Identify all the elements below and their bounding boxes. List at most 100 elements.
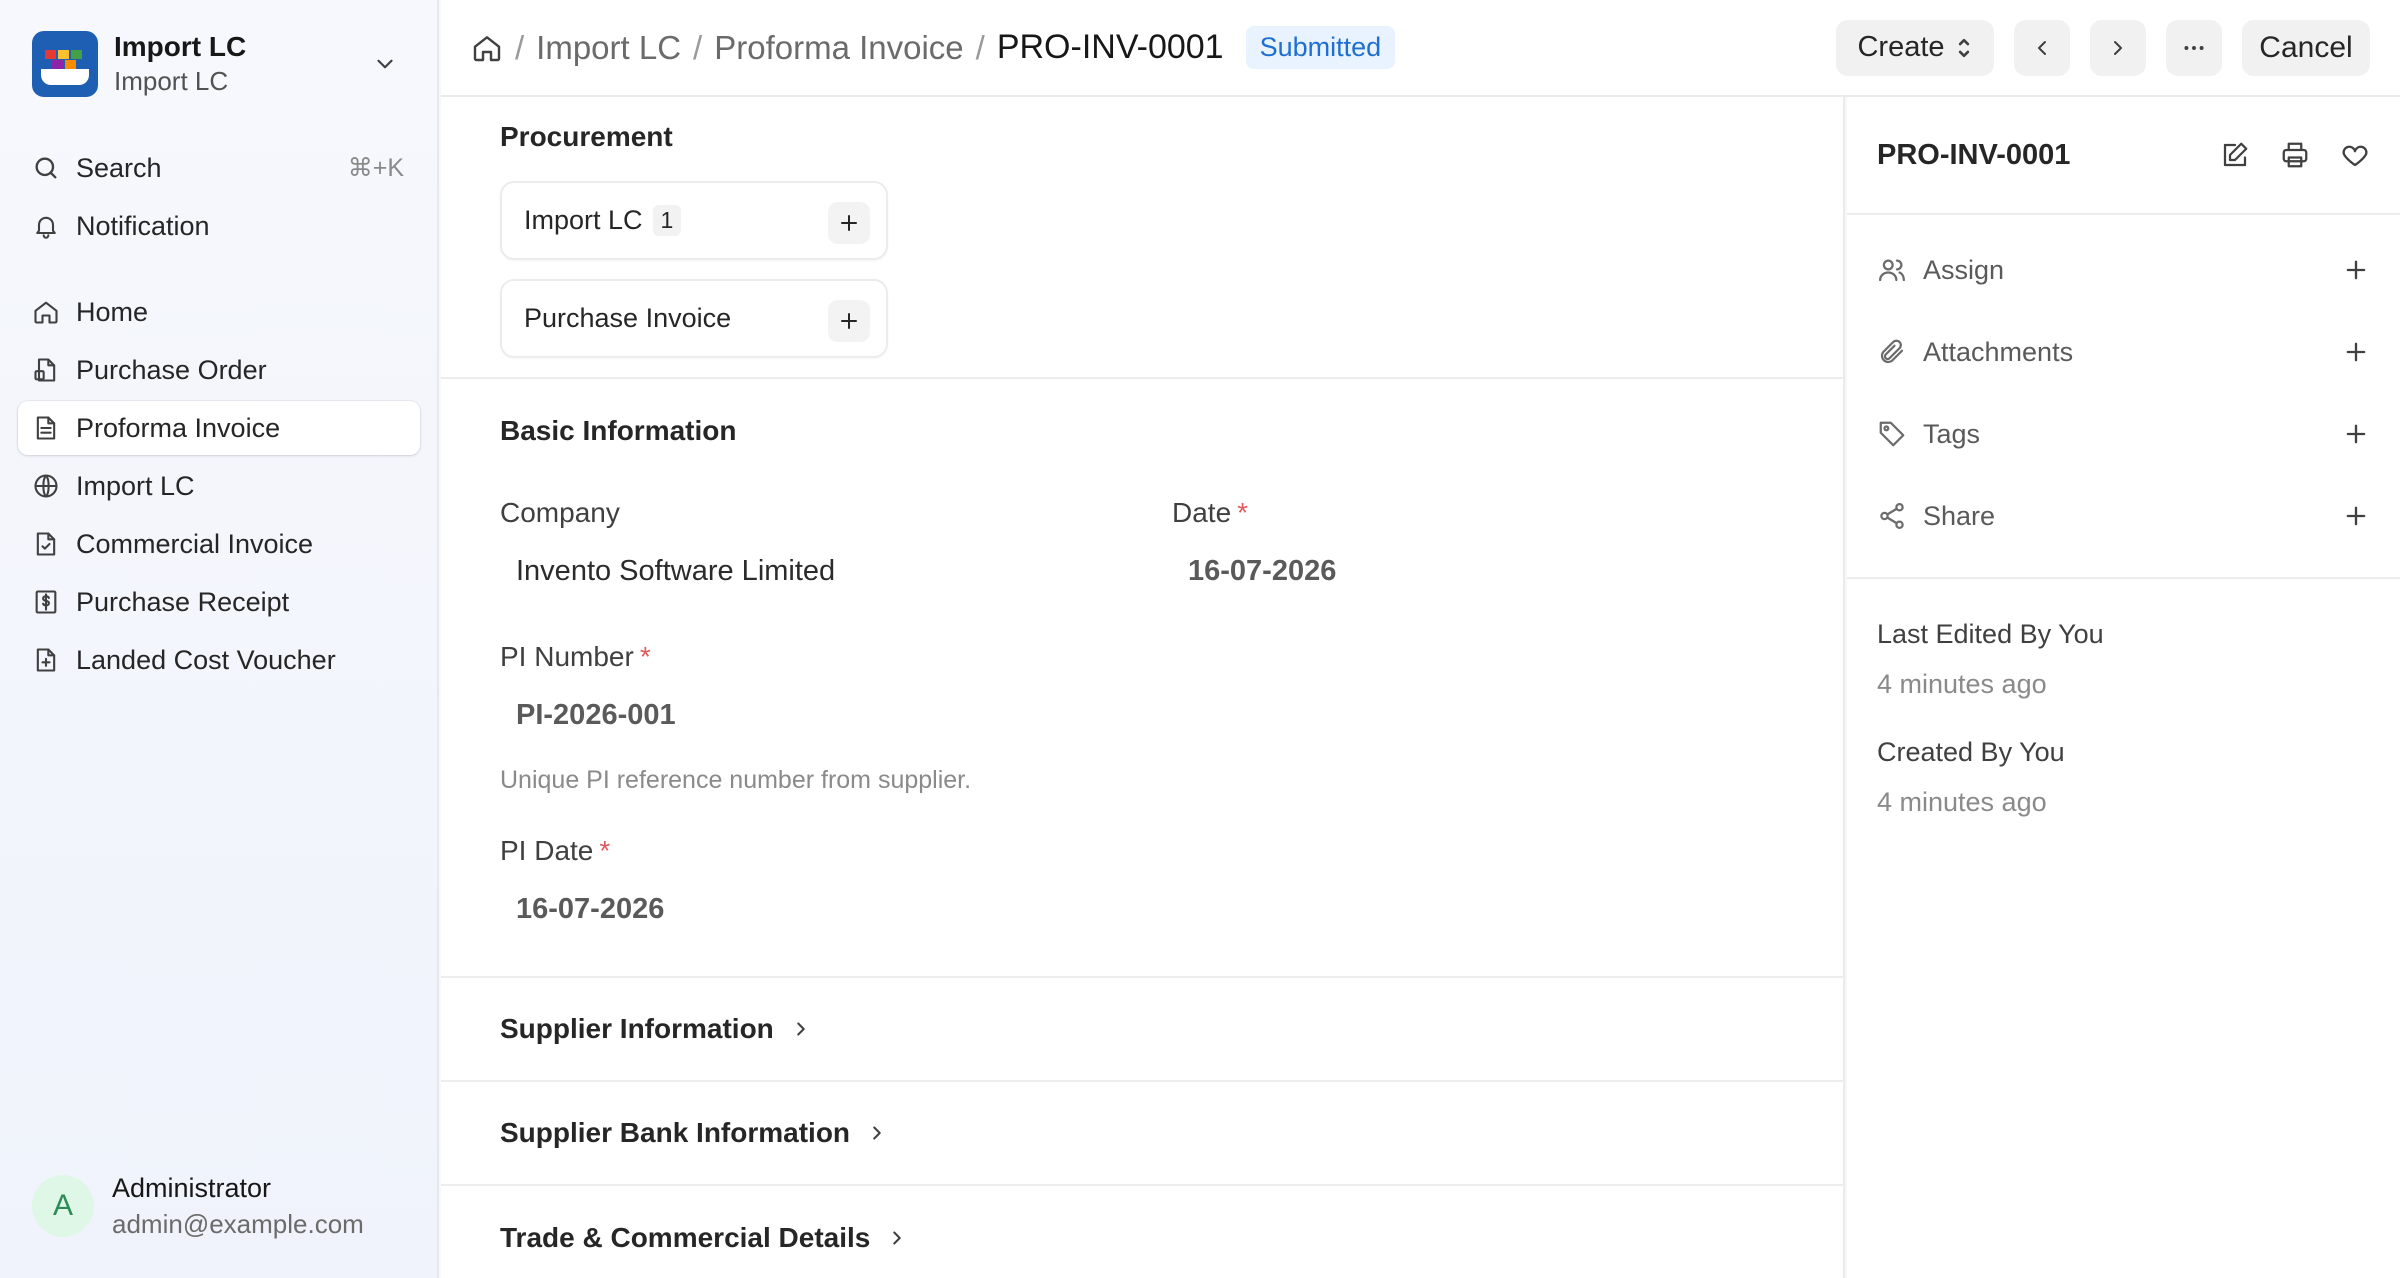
sidebar-item-proforma-invoice[interactable]: Proforma Invoice: [18, 401, 420, 455]
connection-count-badge: 1: [652, 205, 682, 236]
dollar-receipt-icon: [32, 588, 60, 616]
app-logo: [32, 31, 98, 97]
connection-label[interactable]: Import LC: [524, 205, 643, 236]
sidebar-item-label: Proforma Invoice: [76, 412, 281, 443]
chevron-down-icon: [372, 51, 398, 77]
plus-icon[interactable]: [2342, 420, 2370, 448]
bell-icon: [32, 212, 60, 240]
more-actions-button[interactable]: [2166, 19, 2222, 76]
cancel-button[interactable]: Cancel: [2242, 19, 2370, 76]
field-label: PI Date: [500, 835, 594, 866]
printer-icon[interactable]: [2280, 140, 2310, 170]
chevron-right-icon: [866, 1122, 888, 1144]
tags-row[interactable]: Tags: [1847, 393, 2400, 475]
sidebar-item-label: Landed Cost Voucher: [76, 644, 336, 675]
date-field: Date * 16-07-2026: [1172, 497, 1792, 588]
document-icon: [32, 414, 60, 442]
sidebar-item-label: Import LC: [76, 470, 195, 501]
field-label: Date: [1172, 497, 1232, 528]
created-label: Created By You: [1877, 737, 2065, 767]
add-import-lc-button[interactable]: [828, 202, 870, 244]
last-edited-time: 4 minutes ago: [1877, 669, 2047, 699]
home-icon: [32, 298, 60, 326]
create-button[interactable]: Create: [1836, 19, 1994, 76]
sidebar-item-landed-cost-voucher[interactable]: Landed Cost Voucher: [18, 633, 420, 687]
required-indicator: *: [599, 835, 611, 866]
tag-icon: [1877, 419, 1907, 449]
required-indicator: *: [1237, 497, 1249, 528]
sidebar-item-purchase-order[interactable]: Purchase Order: [18, 343, 420, 397]
sidebar-item-purchase-receipt[interactable]: Purchase Receipt: [18, 575, 420, 629]
section-title: Basic Information: [500, 415, 737, 446]
breadcrumb-proforma-invoice[interactable]: Proforma Invoice: [714, 29, 963, 67]
next-button[interactable]: [2090, 19, 2146, 76]
connection-label[interactable]: Purchase Invoice: [524, 303, 731, 334]
pi-number-value[interactable]: PI-2026-001: [500, 699, 1400, 732]
document-box-icon: [32, 356, 60, 384]
basic-information-section: Basic Information Company Invento Softwa…: [441, 379, 1843, 978]
connection-card-purchase-invoice: Purchase Invoice: [500, 279, 888, 358]
notification-button[interactable]: Notification: [18, 199, 418, 253]
breadcrumb-separator: /: [693, 28, 703, 66]
status-badge: Submitted: [1245, 26, 1396, 69]
pi-date-value[interactable]: 16-07-2026: [500, 893, 1120, 926]
company-field: Company Invento Software Limited: [500, 497, 1120, 588]
app-switcher[interactable]: Import LC Import LC: [18, 18, 418, 110]
supplier-bank-information-section[interactable]: Supplier Bank Information: [441, 1082, 1843, 1186]
notification-label: Notification: [76, 210, 210, 241]
sidebar-item-home[interactable]: Home: [18, 285, 420, 339]
home-icon[interactable]: [471, 32, 503, 64]
plus-icon[interactable]: [2342, 338, 2370, 366]
edit-icon[interactable]: [2220, 140, 2250, 170]
search-label: Search: [76, 152, 162, 183]
section-title: Procurement: [500, 121, 673, 152]
trade-commercial-details-section[interactable]: Trade & Commercial Details: [441, 1186, 1843, 1278]
breadcrumb-separator: /: [515, 28, 525, 66]
sidebar-item-label: Purchase Receipt: [76, 586, 290, 617]
breadcrumb-import-lc[interactable]: Import LC: [536, 29, 681, 67]
sidebar-item-import-lc[interactable]: Import LC: [18, 459, 420, 513]
heart-icon[interactable]: [2340, 140, 2370, 170]
required-indicator: *: [639, 641, 651, 672]
form-main: Procurement Import LC 1 Purchase Invoice…: [441, 97, 1845, 1278]
share-row[interactable]: Share: [1847, 475, 2400, 557]
search-icon: [32, 154, 60, 182]
plus-icon[interactable]: [2342, 502, 2370, 530]
attachments-row[interactable]: Attachments: [1847, 311, 2400, 393]
created-time: 4 minutes ago: [1877, 787, 2047, 817]
field-description: Unique PI reference number from supplier…: [500, 766, 972, 794]
section-title: Trade & Commercial Details: [500, 1222, 871, 1253]
add-purchase-invoice-button[interactable]: [828, 300, 870, 342]
sidebar-nav: Home Purchase Order Proforma Invoice Imp…: [18, 285, 420, 691]
connection-card-import-lc: Import LC 1: [500, 181, 888, 260]
sidebar-item-label: Home: [76, 296, 149, 327]
app-name: Import LC: [114, 31, 247, 62]
search-button[interactable]: Search ⌘+K: [18, 141, 418, 195]
avatar: A: [32, 1175, 94, 1237]
supplier-information-section[interactable]: Supplier Information: [441, 978, 1843, 1082]
sort-arrows-icon: [1955, 35, 1973, 61]
pi-date-field: PI Date * 16-07-2026: [500, 835, 1120, 926]
share-icon: [1877, 501, 1907, 531]
last-edited-label: Last Edited By You: [1877, 619, 2104, 649]
sidebar-item-commercial-invoice[interactable]: Commercial Invoice: [18, 517, 420, 571]
document-plus-icon: [32, 646, 60, 674]
previous-button[interactable]: [2014, 19, 2070, 76]
user-email: admin@example.com: [112, 1209, 364, 1239]
field-label: PI Number: [500, 641, 634, 672]
chevron-right-icon: [2106, 36, 2130, 60]
procurement-section: Procurement Import LC 1 Purchase Invoice: [441, 97, 1843, 379]
document-activity-meta: Last Edited By You 4 minutes ago Created…: [1847, 579, 2400, 875]
doc-name: PRO-INV-0001: [1877, 138, 2071, 171]
section-title: Supplier Bank Information: [500, 1117, 851, 1148]
user-name: Administrator: [112, 1173, 272, 1203]
user-menu[interactable]: A Administrator admin@example.com: [18, 1166, 418, 1246]
date-value[interactable]: 16-07-2026: [1172, 555, 1792, 588]
plus-icon[interactable]: [2342, 256, 2370, 284]
assign-row[interactable]: Assign: [1847, 229, 2400, 311]
assign-label: Assign: [1923, 254, 2005, 285]
paperclip-icon: [1877, 337, 1907, 367]
sidebar: Import LC Import LC Search ⌘+K Notificat…: [0, 0, 439, 1278]
company-value[interactable]: Invento Software Limited: [500, 555, 1120, 588]
attachments-label: Attachments: [1923, 336, 2074, 367]
